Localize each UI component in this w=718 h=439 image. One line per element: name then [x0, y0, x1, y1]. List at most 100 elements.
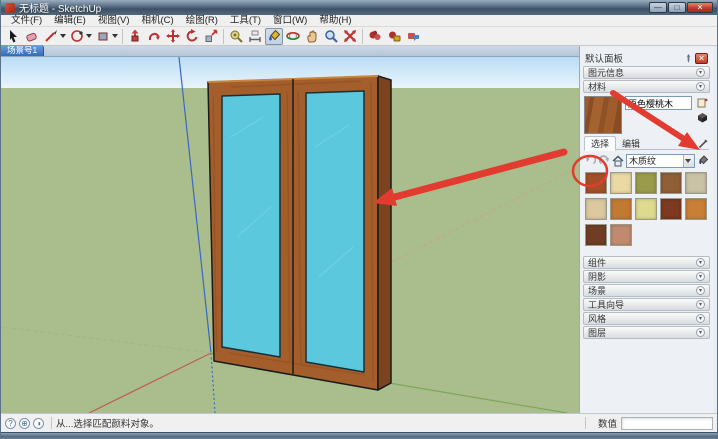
tool-bar — [1, 27, 717, 46]
section-entity-info[interactable]: 图元信息 ▾ — [583, 66, 710, 79]
toolbar-separator — [362, 29, 363, 44]
dimension-tool-icon[interactable] — [246, 28, 264, 45]
pin-icon[interactable] — [684, 54, 693, 63]
forward-arrow-icon[interactable] — [598, 155, 610, 167]
tray-title: 默认面板 — [585, 51, 684, 65]
share-component-icon[interactable] — [404, 28, 422, 45]
menu-bar: 文件(F) 编辑(E) 视图(V) 相机(C) 绘图(R) 工具(T) 窗口(W… — [1, 15, 717, 27]
material-swatch[interactable] — [635, 198, 657, 220]
eyedropper-icon[interactable] — [697, 137, 709, 149]
menu-camera[interactable]: 相机(C) — [135, 15, 179, 27]
material-swatch[interactable] — [585, 172, 607, 194]
eraser-tool-icon[interactable] — [23, 28, 41, 45]
rectangle-tool-icon[interactable] — [94, 28, 112, 45]
create-material-icon[interactable] — [696, 96, 708, 108]
line-tool-icon[interactable] — [42, 28, 60, 45]
menu-window[interactable]: 窗口(W) — [267, 15, 313, 27]
menu-edit[interactable]: 编辑(E) — [48, 15, 92, 27]
move-tool-icon[interactable] — [164, 28, 182, 45]
status-bar: ? ⊕ ◑ 从...选择匹配颜料对象。 数值 — [1, 413, 717, 432]
materials-nav-row: 木质纹 — [584, 153, 709, 168]
title-bar: 无标题 - SketchUp — □ ✕ — [1, 0, 717, 15]
measurement-label: 数值 — [598, 416, 617, 430]
back-arrow-icon[interactable] — [584, 155, 596, 167]
warehouse-share-icon[interactable] — [385, 28, 403, 45]
collapse-toggle-icon[interactable]: ▾ — [696, 272, 705, 281]
material-swatch[interactable] — [685, 172, 707, 194]
status-separator — [51, 417, 52, 429]
follow-me-tool-icon[interactable] — [145, 28, 163, 45]
material-swatch[interactable] — [610, 224, 632, 246]
toolbar-separator — [223, 29, 224, 44]
tab-edit[interactable]: 编辑 — [616, 137, 646, 150]
sample-paint-icon[interactable] — [696, 111, 708, 123]
zoom-tool-icon[interactable] — [322, 28, 340, 45]
status-separator — [585, 417, 586, 429]
arc-tool-dropdown-icon[interactable] — [86, 34, 92, 38]
status-hint-text: 从...选择匹配颜料对象。 — [56, 416, 581, 430]
material-swatch-grid — [584, 168, 709, 252]
measurement-input[interactable] — [621, 417, 713, 430]
pan-tool-icon[interactable] — [303, 28, 321, 45]
orbit-tool-icon[interactable] — [284, 28, 302, 45]
scale-tool-icon[interactable] — [202, 28, 220, 45]
rotate-tool-icon[interactable] — [183, 28, 201, 45]
section-components[interactable]: 组件 ▾ — [583, 256, 710, 269]
material-swatch[interactable] — [610, 198, 632, 220]
rectangle-tool-dropdown-icon[interactable] — [112, 34, 118, 38]
minimize-button[interactable]: — — [649, 2, 667, 13]
collapse-toggle-icon[interactable]: ▾ — [696, 300, 705, 309]
material-swatch[interactable] — [585, 198, 607, 220]
geolocation-icon[interactable]: ⊕ — [19, 418, 30, 429]
select-tool-icon[interactable] — [4, 28, 22, 45]
credits-icon[interactable]: ◑ — [33, 418, 44, 429]
scene-tab-1[interactable]: 场景号1 — [1, 45, 44, 56]
collapse-toggle-icon[interactable]: ▾ — [696, 314, 705, 323]
paint-sample-icon[interactable] — [697, 155, 709, 167]
material-swatch[interactable] — [660, 172, 682, 194]
zoom-extents-tool-icon[interactable] — [341, 28, 359, 45]
collapse-toggle-icon[interactable]: ▾ — [696, 258, 705, 267]
collapse-toggle-icon[interactable]: ▾ — [696, 68, 705, 77]
menu-file[interactable]: 文件(F) — [5, 15, 48, 27]
collapse-toggle-icon[interactable]: ▾ — [696, 286, 705, 295]
close-button[interactable]: ✕ — [687, 2, 713, 13]
scene-tab-strip: 场景号1 — [1, 46, 579, 57]
tab-select[interactable]: 选择 — [584, 136, 616, 151]
material-swatch[interactable] — [635, 172, 657, 194]
dropdown-arrow-icon[interactable] — [683, 155, 694, 167]
menu-tools[interactable]: 工具(T) — [224, 15, 267, 27]
section-instructor[interactable]: 工具向导 ▾ — [583, 298, 710, 311]
material-swatch[interactable] — [585, 224, 607, 246]
section-shadows[interactable]: 阴影 ▾ — [583, 270, 710, 283]
active-material-preview[interactable] — [584, 96, 622, 134]
menu-view[interactable]: 视图(V) — [92, 15, 136, 27]
maximize-button[interactable]: □ — [668, 2, 686, 13]
section-materials[interactable]: 材料 ▾ — [583, 80, 710, 93]
help-icon[interactable]: ? — [5, 418, 16, 429]
push-pull-tool-icon[interactable] — [126, 28, 144, 45]
paint-bucket-tool-icon[interactable] — [265, 28, 283, 45]
section-scenes[interactable]: 场景 ▾ — [583, 284, 710, 297]
section-layers[interactable]: 图层 ▾ — [583, 326, 710, 339]
menu-draw[interactable]: 绘图(R) — [180, 15, 224, 27]
tape-measure-tool-icon[interactable] — [227, 28, 245, 45]
menu-help[interactable]: 帮助(H) — [313, 15, 357, 27]
line-tool-dropdown-icon[interactable] — [60, 34, 66, 38]
material-swatch[interactable] — [685, 198, 707, 220]
material-name-input[interactable] — [625, 96, 692, 110]
window-title: 无标题 - SketchUp — [19, 0, 649, 15]
warehouse-get-models-icon[interactable] — [366, 28, 384, 45]
arc-tool-icon[interactable] — [68, 28, 86, 45]
section-styles[interactable]: 风格 ▾ — [583, 312, 710, 325]
in-model-home-icon[interactable] — [612, 155, 624, 167]
sketchup-window: 无标题 - SketchUp — □ ✕ 文件(F) 编辑(E) 视图(V) 相… — [0, 0, 718, 439]
door-glass-right — [306, 91, 364, 372]
collapse-toggle-icon[interactable]: ▾ — [696, 328, 705, 337]
material-swatch[interactable] — [610, 172, 632, 194]
material-category-dropdown[interactable]: 木质纹 — [626, 154, 695, 168]
material-swatch[interactable] — [660, 198, 682, 220]
collapse-toggle-icon[interactable]: ▾ — [696, 82, 705, 91]
model-viewport[interactable] — [1, 57, 579, 413]
tray-close-icon[interactable]: ✕ — [695, 53, 708, 64]
